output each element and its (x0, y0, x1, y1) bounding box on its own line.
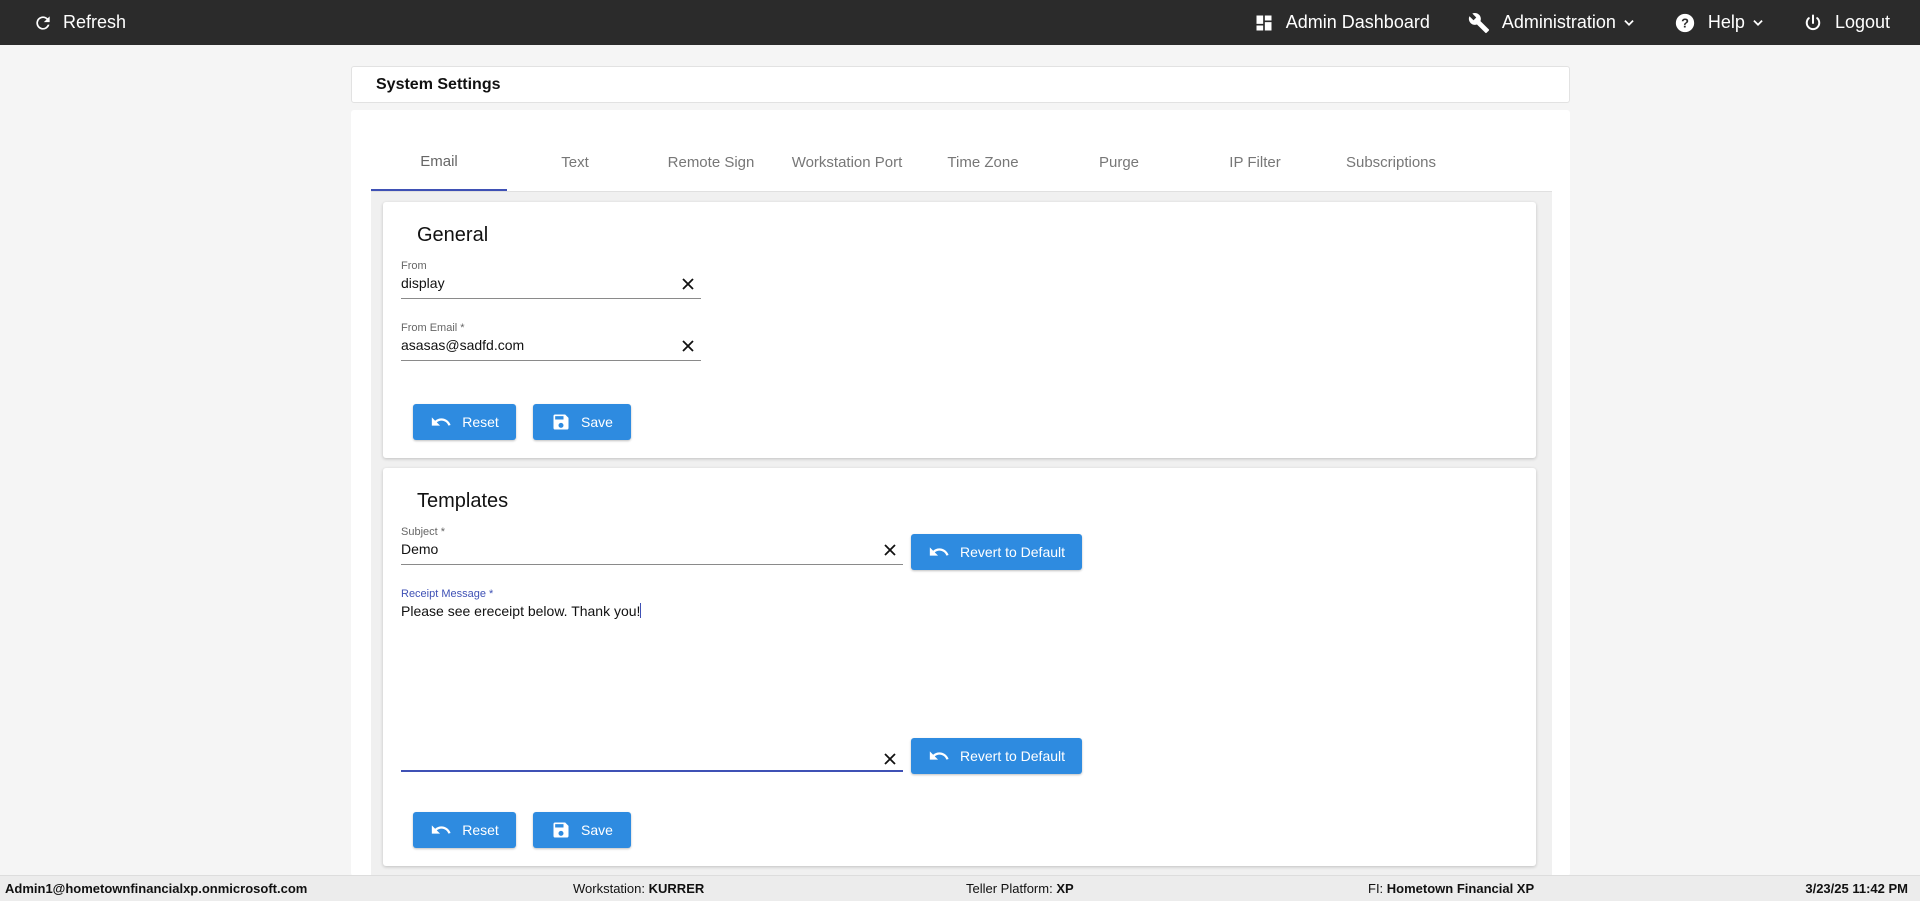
subject-field[interactable]: Subject * Demo (401, 526, 903, 566)
status-platform: Teller Platform: XP (966, 881, 1074, 896)
chevron-down-icon (1624, 19, 1634, 26)
from-label: From (401, 260, 427, 272)
admin-dashboard-link[interactable]: Admin Dashboard (1254, 12, 1430, 33)
save-label: Save (581, 822, 613, 838)
from-email-field[interactable]: From Email * asasas@sadfd.com (401, 322, 701, 362)
tab-purge[interactable]: Purge (1051, 134, 1187, 191)
status-workstation: Workstation: KURRER (573, 881, 704, 896)
svg-text:?: ? (1681, 15, 1689, 30)
top-navigation-bar: Refresh Admin Dashboard Administration ?… (0, 0, 1920, 45)
undo-icon (432, 825, 451, 834)
status-user: Admin1@hometownfinancialxp.onmicrosoft.c… (5, 881, 307, 896)
receipt-message-text-wrap: Please see ereceipt below. Thank you! (401, 603, 642, 619)
settings-panel: Email Text Remote Sign Workstation Port … (351, 110, 1570, 876)
logout-label: Logout (1834, 12, 1890, 32)
tab-content: General From display From Email * asasas… (371, 192, 1552, 876)
power-icon (1805, 14, 1821, 30)
receipt-message-revert-button[interactable]: Revert to Default (911, 738, 1082, 774)
help-menu[interactable]: ? Help (1674, 12, 1765, 34)
platform-label: Teller Platform: (966, 881, 1053, 896)
settings-tabs: Email Text Remote Sign Workstation Port … (371, 134, 1552, 192)
receipt-message-field[interactable]: Receipt Message * Please see ereceipt be… (401, 588, 903, 772)
status-user-value: Admin1@hometownfinancialxp.onmicrosoft.c… (5, 881, 308, 896)
revert-label: Revert to Default (959, 544, 1066, 560)
general-title: General (417, 224, 489, 246)
close-icon[interactable] (681, 339, 695, 353)
from-email-label: From Email * (401, 322, 465, 334)
status-datetime: 3/23/25 11:42 PM (1805, 881, 1908, 896)
subject-label: Subject * (401, 526, 446, 538)
help-label: Help (1707, 12, 1745, 32)
reset-label: Reset (462, 414, 499, 430)
fi-value: Hometown Financial XP (1386, 881, 1535, 896)
general-save-button[interactable]: Save (533, 404, 631, 440)
revert-label: Revert to Default (959, 748, 1066, 764)
tab-subscriptions[interactable]: Subscriptions (1323, 134, 1459, 191)
administration-menu[interactable]: Administration (1468, 12, 1636, 34)
close-icon[interactable] (883, 543, 897, 557)
close-icon[interactable] (681, 277, 695, 291)
from-email-underline (401, 360, 701, 361)
page-title-card: System Settings (351, 66, 1570, 103)
dashboard-icon (1256, 15, 1272, 30)
datetime-value: 3/23/25 11:42 PM (1805, 881, 1908, 896)
subject-value: Demo (401, 541, 439, 557)
help-circle-icon: ? (1675, 13, 1695, 32)
fi-label: FI: (1368, 881, 1384, 896)
undo-icon (432, 417, 451, 426)
platform-value: XP (1056, 881, 1074, 896)
workstation-label: Workstation: (573, 881, 646, 896)
logout-button[interactable]: Logout (1803, 12, 1890, 33)
from-email-value: asasas@sadfd.com (401, 337, 525, 353)
receipt-message-label: Receipt Message * (401, 588, 494, 600)
templates-title: Templates (417, 490, 509, 512)
refresh-icon (36, 15, 50, 30)
receipt-message-value: Please see ereceipt below. Thank you! (401, 603, 641, 619)
tab-ip-filter[interactable]: IP Filter (1187, 134, 1323, 191)
templates-card: Templates Subject * Demo Revert to Defau… (383, 468, 1536, 866)
save-label: Save (581, 414, 613, 430)
undo-icon (929, 751, 949, 760)
subject-underline (401, 564, 903, 565)
refresh-button[interactable]: Refresh (33, 0, 126, 45)
from-underline (401, 298, 701, 299)
status-fi: FI: Hometown Financial XP (1368, 881, 1534, 896)
workstation-value: KURRER (648, 881, 705, 896)
text-caret (640, 603, 642, 618)
tab-text[interactable]: Text (507, 134, 643, 191)
tab-email[interactable]: Email (371, 134, 507, 191)
general-card: General From display From Email * asasas… (383, 202, 1536, 458)
tab-workstation-port[interactable]: Workstation Port (779, 134, 915, 191)
floppy-icon (553, 414, 569, 430)
templates-reset-button[interactable]: Reset (413, 812, 516, 848)
wrench-icon (1468, 12, 1489, 33)
admin-dashboard-label: Admin Dashboard (1285, 12, 1430, 32)
templates-save-button[interactable]: Save (533, 812, 631, 848)
receipt-message-underline (401, 770, 903, 772)
tab-remote-sign[interactable]: Remote Sign (643, 134, 779, 191)
undo-icon (929, 547, 949, 556)
refresh-label: Refresh (63, 12, 127, 32)
top-right-menu: Admin Dashboard Administration ? Help Lo… (1254, 0, 1890, 45)
reset-label: Reset (462, 822, 499, 838)
close-icon[interactable] (883, 752, 897, 766)
page-title: System Settings (376, 75, 501, 93)
floppy-icon (553, 822, 569, 838)
status-bar: Admin1@hometownfinancialxp.onmicrosoft.c… (0, 875, 1920, 901)
general-reset-button[interactable]: Reset (413, 404, 516, 440)
tab-time-zone[interactable]: Time Zone (915, 134, 1051, 191)
from-field[interactable]: From display (401, 260, 701, 300)
chevron-down-icon (1753, 19, 1763, 26)
administration-label: Administration (1501, 12, 1616, 32)
from-value: display (401, 275, 445, 291)
subject-revert-button[interactable]: Revert to Default (911, 534, 1082, 570)
